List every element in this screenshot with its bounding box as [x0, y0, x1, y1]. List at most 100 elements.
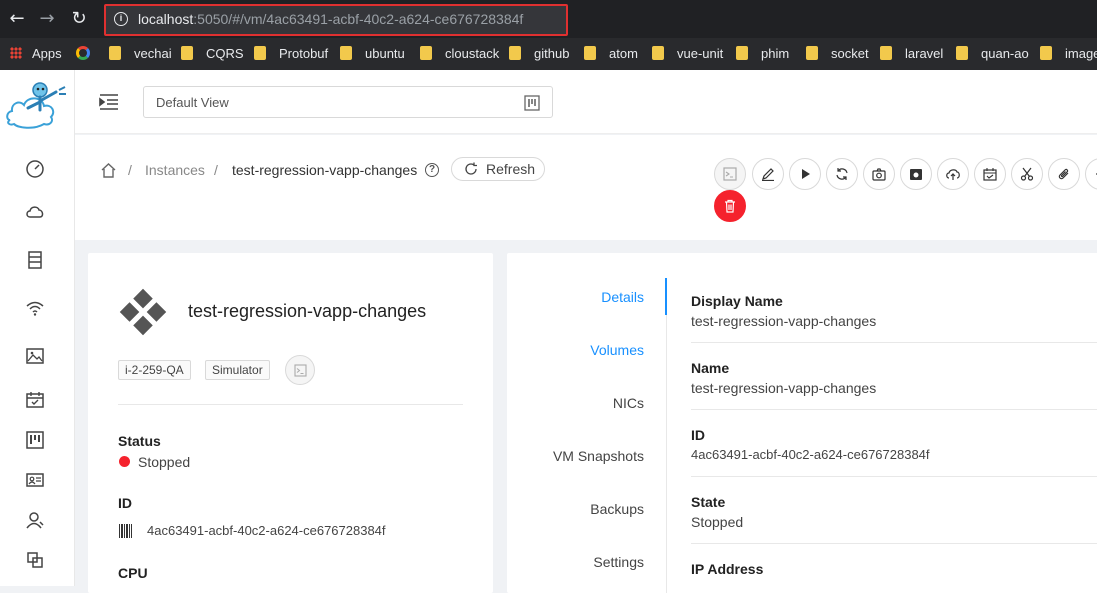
bookmarks-bar: Apps vechai CQRS Protobuf ubuntu clousta…: [0, 38, 1097, 70]
image-icon[interactable]: [25, 346, 45, 366]
calendar-icon[interactable]: [25, 390, 45, 410]
help-icon[interactable]: ?: [425, 163, 439, 177]
tab-backups[interactable]: Backups: [590, 501, 644, 517]
cpu-label: CPU: [118, 565, 148, 581]
start-button[interactable]: [789, 158, 821, 190]
cloud-icon[interactable]: [25, 202, 45, 222]
bookmark-label: socket: [831, 46, 869, 61]
vm-snapshot-button[interactable]: [900, 158, 932, 190]
bookmark-laravel[interactable]: laravel: [880, 45, 943, 63]
domain-icon[interactable]: [25, 550, 45, 570]
divider: [118, 404, 463, 405]
bookmark-label: laravel: [905, 46, 944, 61]
bookmark-protobuf[interactable]: Protobuf: [254, 45, 328, 63]
bookmark-apps[interactable]: Apps: [10, 45, 62, 63]
bookmark-label: CQRS: [206, 46, 244, 61]
home-icon[interactable]: [100, 162, 117, 179]
tab-settings[interactable]: Settings: [593, 554, 644, 570]
bookmark-phim[interactable]: phim: [736, 45, 789, 63]
status-value: Stopped: [138, 454, 191, 470]
breadcrumb-instances[interactable]: Instances: [145, 162, 205, 178]
instance-details-card: Details Volumes NICs VM Snapshots Backup…: [507, 253, 1097, 593]
edit-button[interactable]: [752, 158, 784, 190]
folder-icon: [181, 46, 193, 60]
console-icon: [294, 364, 307, 377]
forward-icon[interactable]: →: [36, 8, 58, 30]
bookmark-image[interactable]: image: [1040, 45, 1097, 63]
schedule-button[interactable]: [974, 158, 1006, 190]
bookmark-label: quan-ao: [981, 46, 1029, 61]
bookmark-socket[interactable]: socket: [806, 45, 869, 63]
refresh-button[interactable]: Refresh: [451, 157, 545, 181]
wifi-icon[interactable]: [25, 298, 45, 318]
dashboard-icon[interactable]: [25, 158, 45, 178]
refresh-label: Refresh: [486, 161, 536, 177]
back-icon[interactable]: ←: [6, 8, 28, 30]
detail-item: ID 4ac63491-acbf-40c2-a624-ce676728384f: [691, 427, 1097, 462]
tab-active-indicator: [665, 278, 667, 315]
tab-vm-snapshots[interactable]: VM Snapshots: [553, 448, 644, 464]
reinstall-button[interactable]: [826, 158, 858, 190]
bookmark-label: phim: [761, 46, 790, 61]
reload-icon: [465, 162, 477, 175]
bookmark-vue-unit[interactable]: vue-unit: [652, 45, 723, 63]
sidebar: [0, 70, 75, 586]
divider: [691, 409, 1097, 410]
page-header: / Instances / test-regression-vapp-chang…: [75, 135, 1097, 240]
bookmark-atom[interactable]: atom: [584, 45, 638, 63]
bookmark-github[interactable]: github: [509, 45, 569, 63]
bookmark-label: github: [534, 46, 570, 61]
instance-name: test-regression-vapp-changes: [188, 301, 427, 321]
detail-item: IP Address: [691, 561, 1097, 581]
bookmark-quan-ao[interactable]: quan-ao: [956, 45, 1029, 63]
detail-value: test-regression-vapp-changes: [691, 313, 877, 329]
detail-value: 4ac63491-acbf-40c2-a624-ce676728384f: [691, 447, 930, 462]
snapshot-button[interactable]: [863, 158, 895, 190]
bookmark-label: Apps: [32, 46, 62, 61]
folder-icon: [806, 46, 818, 60]
folder-icon: [652, 46, 664, 60]
delete-button[interactable]: [714, 190, 746, 222]
bookmark-label: ubuntu: [365, 46, 405, 61]
tab-details[interactable]: Details: [601, 289, 644, 305]
tab-volumes[interactable]: Volumes: [590, 342, 644, 358]
cloudmonkey-logo[interactable]: [4, 76, 70, 134]
upload-button[interactable]: [937, 158, 969, 190]
reload-icon[interactable]: ↻: [68, 8, 90, 30]
console-button[interactable]: [714, 158, 746, 190]
menu-fold-icon[interactable]: [99, 93, 119, 111]
folder-icon: [736, 46, 748, 60]
bookmark-cloustack[interactable]: cloustack: [420, 45, 499, 63]
folder-icon: [509, 46, 521, 60]
attach-iso-button[interactable]: [1048, 158, 1080, 190]
detail-key: IP Address: [691, 561, 764, 577]
info-icon[interactable]: i: [114, 12, 128, 26]
tab-bar: [666, 278, 667, 593]
breadcrumb-separator: /: [128, 162, 132, 178]
folder-icon: [254, 46, 266, 60]
id-value: 4ac63491-acbf-40c2-a624-ce676728384f: [147, 523, 386, 538]
barcode-icon: [119, 524, 132, 538]
bookmark-cqrs[interactable]: CQRS: [181, 45, 244, 63]
console-button[interactable]: [285, 355, 315, 385]
more-actions-button[interactable]: [1085, 158, 1097, 190]
user-icon[interactable]: [25, 510, 45, 530]
scale-button[interactable]: [1011, 158, 1043, 190]
detail-item: Name test-regression-vapp-changes: [691, 360, 1097, 396]
project-icon[interactable]: [25, 430, 45, 450]
status-dot: [119, 456, 130, 467]
detail-key: State: [691, 494, 726, 510]
kanban-icon: [524, 95, 540, 111]
url-text: localhost:5050/#/vm/4ac63491-acbf-40c2-a…: [138, 11, 523, 27]
bookmark-ubuntu[interactable]: ubuntu: [340, 45, 405, 63]
view-select[interactable]: Default View: [143, 86, 553, 118]
storage-icon[interactable]: [25, 250, 45, 270]
id-label: ID: [118, 495, 132, 511]
google-icon[interactable]: [76, 45, 90, 63]
centos-os-icon: [118, 287, 168, 337]
instance-summary-card: test-regression-vapp-changes i-2-259-QA …: [88, 253, 493, 593]
account-card-icon[interactable]: [25, 470, 45, 490]
bookmark-vechai[interactable]: vechai: [109, 45, 172, 63]
url-bar[interactable]: i localhost:5050/#/vm/4ac63491-acbf-40c2…: [104, 4, 568, 36]
tab-nics[interactable]: NICs: [613, 395, 644, 411]
